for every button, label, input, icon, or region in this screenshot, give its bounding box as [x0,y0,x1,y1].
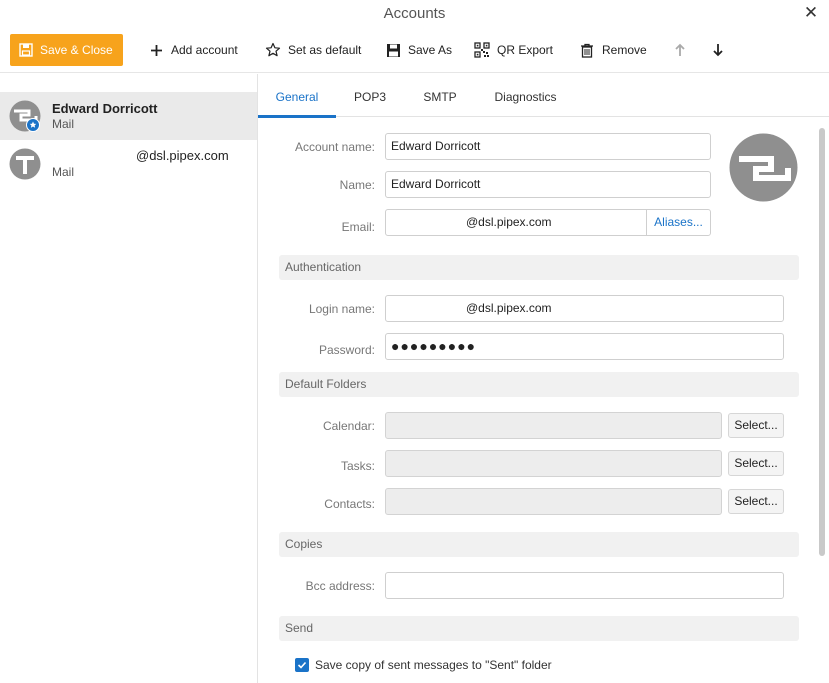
copies-section: Copies [279,532,799,557]
contacts-input [385,488,722,515]
star-icon [265,42,281,58]
save-close-button[interactable]: Save & Close [10,34,123,66]
email-value: @dsl.pipex.com [466,215,552,229]
save-as-label: Save As [408,43,453,57]
toolbar: Save & Close Add account Set as default … [0,28,829,73]
tab-smtp[interactable]: SMTP [416,74,464,117]
set-default-button[interactable]: Set as default [265,34,361,66]
calendar-select-button[interactable]: Select... [728,413,784,438]
plus-icon [148,42,164,58]
move-down-button[interactable] [710,34,733,66]
login-name-label: Login name: [308,302,375,316]
authentication-section: Authentication [279,255,799,280]
save-as-button[interactable]: Save As [385,34,452,66]
qr-export-button[interactable]: QR Export [474,34,553,66]
tab-pop3[interactable]: POP3 [346,74,394,117]
calendar-label: Calendar: [322,419,375,433]
calendar-input [385,412,722,439]
account-name-input[interactable]: Edward Dorricott [385,133,711,160]
add-account-button[interactable]: Add account [148,34,238,66]
name-label: Name: [339,178,375,192]
close-icon[interactable]: ✕ [801,3,821,23]
bcc-address-input[interactable] [385,572,784,599]
save-copy-label: Save copy of sent messages to "Sent" fol… [315,658,552,672]
tab-general[interactable]: General [258,74,336,118]
move-up-button[interactable] [672,34,695,66]
contacts-label: Contacts: [324,497,375,511]
remove-label: Remove [602,43,647,57]
account-picture[interactable] [729,133,798,202]
qr-export-label: QR Export [497,43,554,57]
window-title: Accounts [383,5,446,22]
title-bar: Accounts ✕ [0,0,829,28]
account-email: @dsl.pipex.com [136,148,229,163]
name-input[interactable]: Edward Dorricott [385,171,711,198]
save-icon [18,42,34,58]
save-close-label: Save & Close [40,43,113,57]
save-copy-option: Save copy of sent messages to "Sent" fol… [295,656,552,674]
password-label: Password: [318,343,375,357]
account-name-label: Account name: [294,140,375,154]
email-input[interactable]: @dsl.pipex.com Aliases... [385,209,711,236]
form-scrollbar[interactable] [819,128,825,556]
bcc-address-label: Bcc address: [305,579,375,593]
qr-code-icon [474,42,490,58]
account-list: Edward Dorricott Mail @dsl.pipex.com Mai… [0,74,258,683]
arrow-up-icon [672,42,688,58]
account-type: Mail [52,117,75,131]
tab-diagnostics[interactable]: Diagnostics [488,74,563,117]
account-type: Mail [52,165,75,179]
floppy-icon [385,42,401,58]
login-name-input[interactable]: @dsl.pipex.com [385,295,784,322]
account-avatar [9,148,41,180]
arrow-down-icon [710,42,726,58]
settings-tabs: General POP3 SMTP Diagnostics [258,74,829,118]
email-label: Email: [341,220,375,234]
account-name: Edward Dorricott [52,101,158,116]
tasks-input [385,450,722,477]
set-default-label: Set as default [288,43,362,57]
general-form: Account name: Edward Dorricott Name: Edw… [258,118,829,683]
default-folders-section: Default Folders [279,372,799,397]
trash-icon [579,42,595,58]
account-item[interactable]: @dsl.pipex.com Mail [0,140,257,188]
account-item[interactable]: Edward Dorricott Mail [0,92,257,140]
tasks-label: Tasks: [340,459,375,473]
account-avatar [9,100,41,132]
password-input[interactable]: ●●●●●●●●● [385,333,784,360]
contacts-select-button[interactable]: Select... [728,489,784,514]
send-section: Send [279,616,799,641]
save-copy-checkbox[interactable] [295,658,309,672]
remove-button[interactable]: Remove [579,34,647,66]
add-account-label: Add account [171,43,238,57]
tasks-select-button[interactable]: Select... [728,451,784,476]
aliases-button[interactable]: Aliases... [646,210,710,235]
